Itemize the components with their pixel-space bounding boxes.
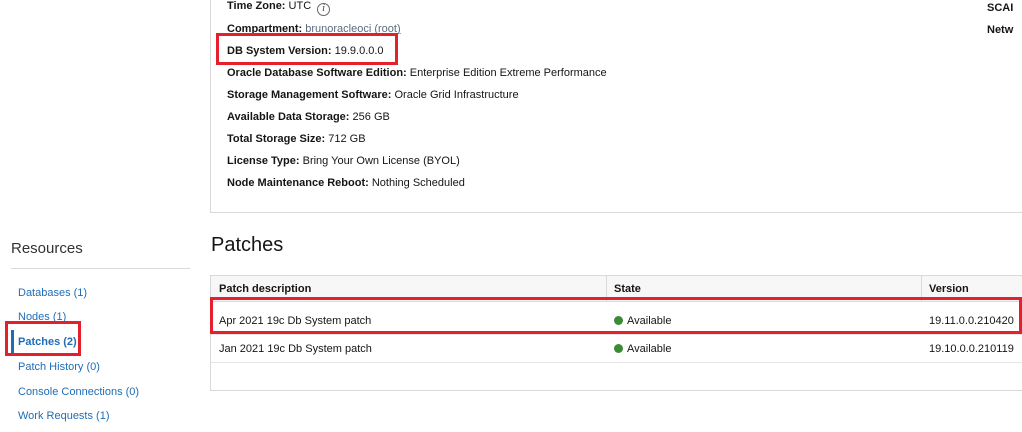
reboot-label: Node Maintenance Reboot: [227, 177, 369, 189]
sidebar-item-nodes[interactable]: Nodes (1) [18, 311, 66, 323]
license-label: License Type: [227, 155, 300, 167]
sidebar-item-work-requests[interactable]: Work Requests (1) [18, 410, 110, 422]
sidebar-item-patch-history[interactable]: Patch History (0) [18, 361, 100, 373]
patch-description: Jan 2021 19c Db System patch [219, 343, 372, 355]
avail-storage-row: Available Data Storage: 256 GB [227, 111, 390, 123]
sidebar-item-databases[interactable]: Databases (1) [18, 287, 87, 299]
patches-table: Patch description State Version Apr 2021… [210, 275, 1022, 391]
total-storage-value: 712 GB [328, 133, 366, 145]
status-dot-icon [614, 344, 623, 353]
column-divider [921, 276, 922, 301]
patch-version: 19.10.0.0.210119 [929, 343, 1014, 355]
state-text: Available [627, 315, 672, 327]
patch-description: Apr 2021 19c Db System patch [219, 315, 372, 327]
time-zone-row: Time Zone: UTC i [227, 0, 331, 16]
patch-state: Available [614, 343, 671, 355]
compartment-row: Compartment: brunoracleoci (root) [227, 23, 401, 35]
storage-mgmt-value: Oracle Grid Infrastructure [394, 89, 519, 101]
resources-heading: Resources [11, 240, 83, 257]
scan-label: SCAI [987, 2, 1014, 14]
page-title: Patches [211, 234, 284, 256]
license-value: Bring Your Own License (BYOL) [302, 155, 460, 167]
compartment-link[interactable]: brunoracleoci (root) [305, 23, 400, 35]
column-header-state[interactable]: State [614, 283, 641, 295]
time-zone-label: Time Zone: [227, 0, 286, 12]
network-label: Netw [987, 24, 1014, 36]
info-icon[interactable]: i [317, 3, 331, 16]
avail-storage-value: 256 GB [352, 111, 390, 123]
db-version-value: 19.9.0.0.0 [334, 45, 384, 57]
db-version-row: DB System Version: 19.9.0.0.0 [227, 45, 384, 57]
status-dot-icon [614, 316, 623, 325]
total-storage-row: Total Storage Size: 712 GB [227, 133, 366, 145]
db-version-label: DB System Version: [227, 45, 332, 57]
column-header-version[interactable]: Version [929, 283, 969, 295]
column-divider [606, 276, 607, 301]
resources-divider [11, 268, 190, 269]
time-zone-value: UTC [288, 0, 312, 12]
state-text: Available [627, 343, 672, 355]
storage-mgmt-row: Storage Management Software: Oracle Grid… [227, 89, 519, 101]
table-row[interactable]: Apr 2021 19c Db System patch Available 1… [211, 306, 1022, 335]
table-header: Patch description State Version [211, 276, 1022, 302]
total-storage-label: Total Storage Size: [227, 133, 326, 145]
sidebar-item-patches[interactable]: Patches (2) [18, 336, 77, 348]
patch-state: Available [614, 315, 671, 327]
patch-version: 19.11.0.0.210420 [929, 315, 1014, 327]
reboot-value: Nothing Scheduled [371, 177, 465, 189]
compartment-label: Compartment: [227, 23, 303, 35]
avail-storage-label: Available Data Storage: [227, 111, 350, 123]
storage-mgmt-label: Storage Management Software: [227, 89, 392, 101]
reboot-row: Node Maintenance Reboot: Nothing Schedul… [227, 177, 465, 189]
db-system-info-panel: Time Zone: UTC i Compartment: brunoracle… [210, 0, 1022, 213]
edition-label: Oracle Database Software Edition: [227, 67, 407, 79]
edition-value: Enterprise Edition Extreme Performance [409, 67, 607, 79]
license-row: License Type: Bring Your Own License (BY… [227, 155, 460, 167]
sidebar-item-console-connections[interactable]: Console Connections (0) [18, 386, 139, 398]
edition-row: Oracle Database Software Edition: Enterp… [227, 67, 607, 79]
column-header-description[interactable]: Patch description [219, 283, 311, 295]
active-indicator [11, 330, 14, 354]
table-row[interactable]: Jan 2021 19c Db System patch Available 1… [211, 334, 1022, 363]
